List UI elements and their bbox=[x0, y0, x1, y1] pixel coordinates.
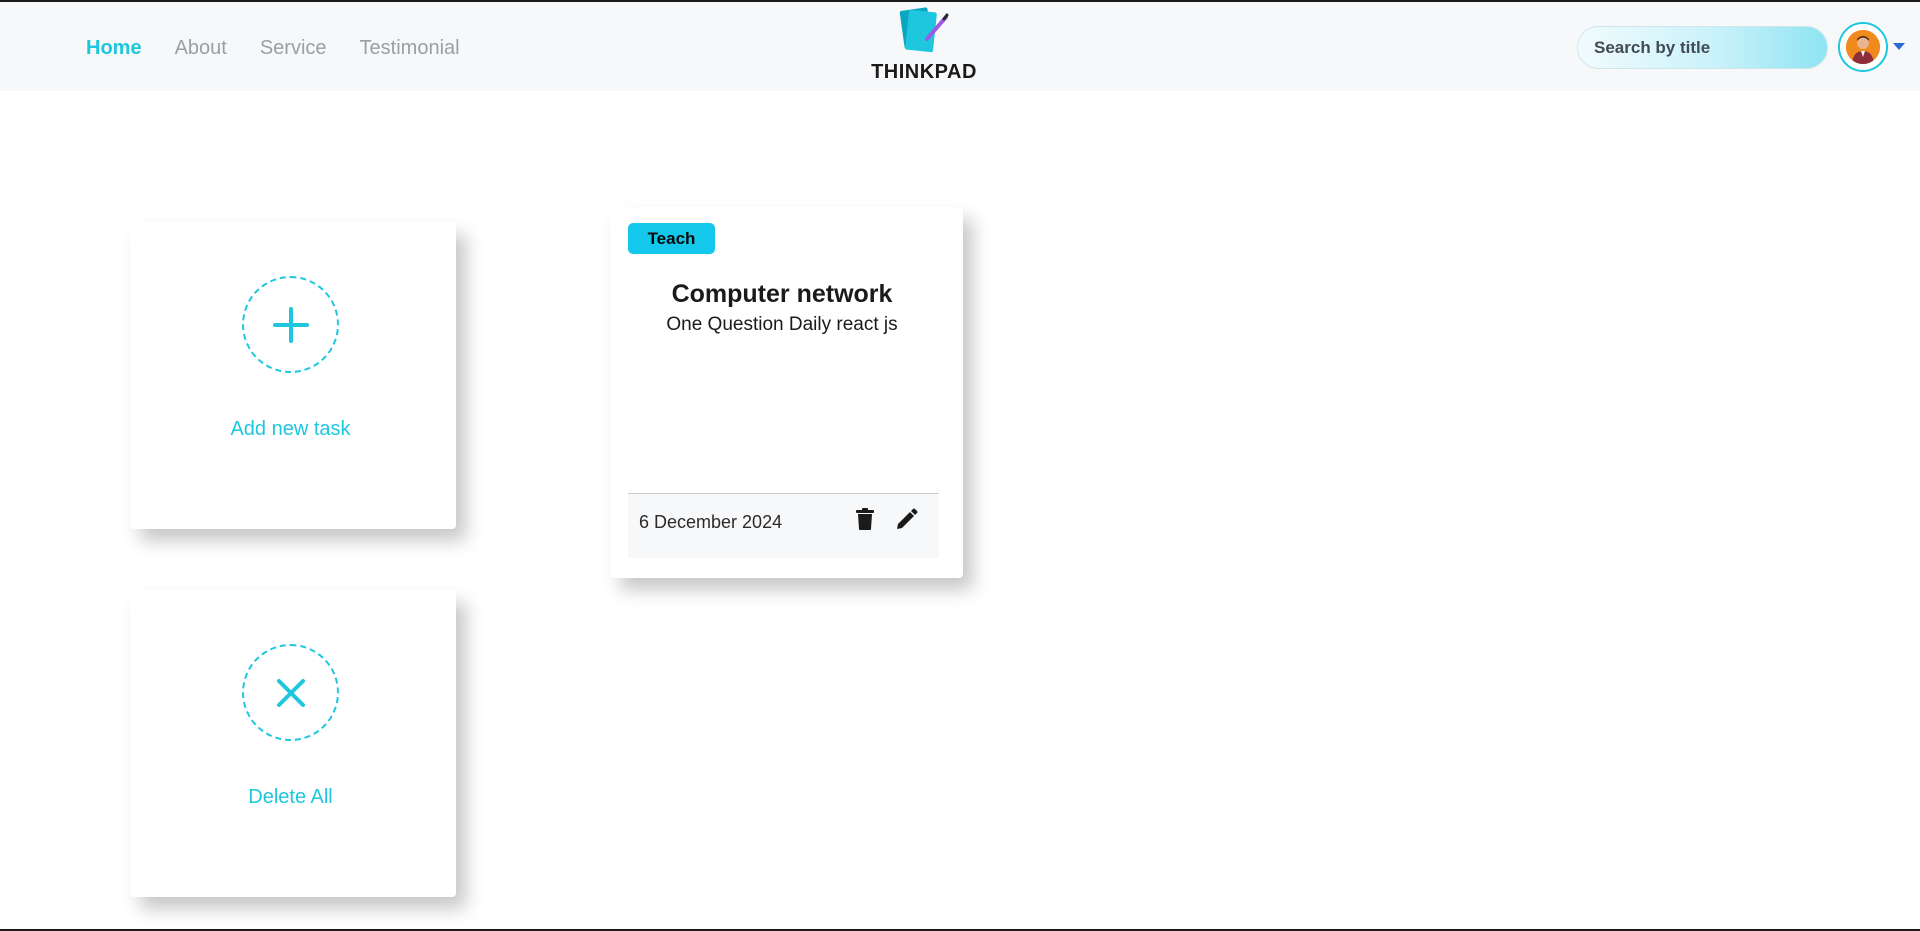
add-task-circle[interactable] bbox=[242, 276, 339, 373]
note-tag: Teach bbox=[628, 223, 715, 254]
trash-icon bbox=[856, 508, 874, 530]
navbar: Home About Service Testimonial THINKPAD bbox=[0, 2, 1920, 91]
note-title: Computer network bbox=[671, 280, 893, 308]
delete-note-button[interactable] bbox=[852, 506, 878, 532]
nav-service[interactable]: Service bbox=[260, 35, 327, 61]
delete-all-label[interactable]: Delete All bbox=[130, 786, 451, 809]
notepad-pencil-icon bbox=[899, 7, 949, 53]
pencil-icon bbox=[897, 508, 918, 529]
note-card: Teach Computer network One Question Dail… bbox=[610, 207, 963, 578]
delete-all-card[interactable]: Delete All bbox=[130, 590, 456, 897]
avatar bbox=[1846, 30, 1880, 64]
nav-testimonial[interactable]: Testimonial bbox=[360, 35, 460, 61]
profile-button[interactable] bbox=[1838, 22, 1888, 72]
app-frame: Home About Service Testimonial THINKPAD bbox=[0, 0, 1920, 931]
close-icon bbox=[276, 678, 305, 707]
add-task-label[interactable]: Add new task bbox=[130, 418, 451, 441]
plus-icon bbox=[272, 306, 309, 343]
edit-note-button[interactable] bbox=[894, 506, 920, 532]
brand-logo[interactable]: THINKPAD bbox=[868, 5, 980, 85]
note-footer: 6 December 2024 bbox=[628, 493, 939, 558]
caret-down-icon[interactable] bbox=[1893, 43, 1905, 50]
brand-name: THINKPAD bbox=[871, 61, 977, 83]
delete-all-circle[interactable] bbox=[242, 644, 339, 741]
note-description: One Question Daily react js bbox=[666, 314, 898, 335]
nav-about[interactable]: About bbox=[175, 35, 227, 61]
nav-links: Home About Service Testimonial bbox=[86, 35, 460, 61]
add-task-card[interactable]: Add new task bbox=[130, 222, 456, 529]
nav-home[interactable]: Home bbox=[86, 35, 142, 61]
note-date: 6 December 2024 bbox=[639, 512, 783, 532]
search-input[interactable] bbox=[1577, 26, 1828, 69]
